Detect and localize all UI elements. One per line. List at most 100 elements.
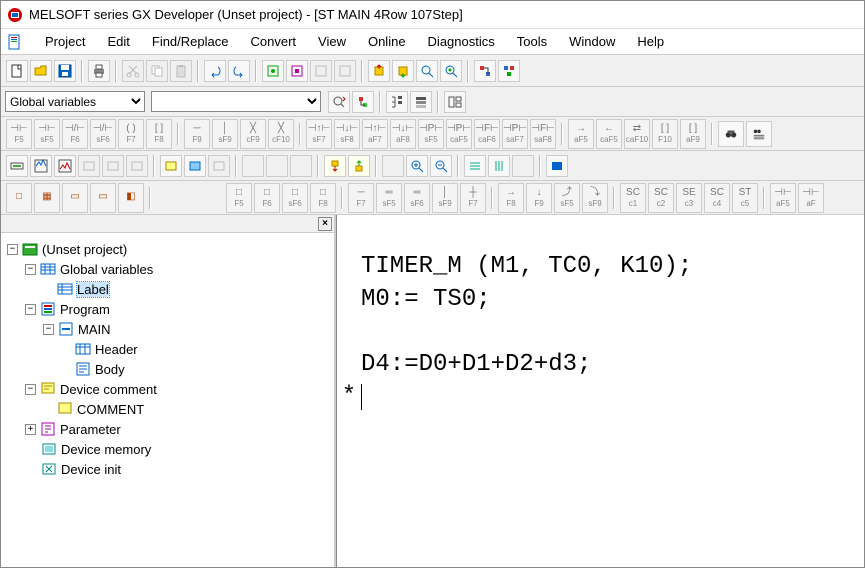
tree-global-variables[interactable]: Global variables: [60, 262, 153, 277]
ladder-saf8[interactable]: ⊣F⊢saF8: [530, 119, 556, 149]
code-line[interactable]: D4:=D0+D1+D2+d3;: [361, 351, 591, 378]
tree-toggle[interactable]: −: [25, 304, 36, 315]
code-text[interactable]: TIMER_M (M1, TC0, K10); M0:= TS0; D4:=D0…: [337, 215, 864, 450]
sfc-btn-2[interactable]: ▦: [34, 183, 60, 213]
ladder-caf10[interactable]: ⇄caF10: [624, 119, 650, 149]
menu-help[interactable]: Help: [627, 32, 674, 51]
tree-toggle[interactable]: −: [43, 324, 54, 335]
tree-comment-node[interactable]: COMMENT: [77, 402, 144, 417]
sfc-sf5b[interactable]: ⤴sF5: [554, 183, 580, 213]
ladder-sf8[interactable]: ⊣↓⊢sF8: [334, 119, 360, 149]
menu-convert[interactable]: Convert: [240, 32, 306, 51]
code-cursor-line[interactable]: *: [361, 383, 362, 410]
variable-scope-select[interactable]: Global variables: [5, 91, 145, 112]
sfc-btn-1[interactable]: □: [6, 183, 32, 213]
module-button-4[interactable]: [334, 60, 356, 82]
tree-toggle[interactable]: −: [25, 384, 36, 395]
sfc-f5[interactable]: □F5: [226, 183, 252, 213]
ladder-sf6[interactable]: ⊣/⊢sF6: [90, 119, 116, 149]
binoculars-list-button[interactable]: [746, 121, 772, 147]
monitor-tool-5[interactable]: [102, 155, 124, 177]
new-button[interactable]: [6, 60, 28, 82]
sfc-sf9[interactable]: │sF9: [432, 183, 458, 213]
code-line[interactable]: M0:= TS0;: [361, 286, 491, 313]
step-tool-3[interactable]: [290, 155, 312, 177]
save-button[interactable]: [54, 60, 76, 82]
monitor-tool-3[interactable]: [54, 155, 76, 177]
tree-close-button[interactable]: ×: [318, 217, 332, 231]
print-button[interactable]: [88, 60, 110, 82]
monitor-tool-1[interactable]: [6, 155, 28, 177]
monitor-button-1[interactable]: [416, 60, 438, 82]
monitor-tool-2[interactable]: [30, 155, 52, 177]
zoom-out-button[interactable]: [430, 155, 452, 177]
ladder-sf7[interactable]: ⊣↑⊢sF7: [306, 119, 332, 149]
paste-button[interactable]: [170, 60, 192, 82]
ladder-af5[interactable]: →aF5: [568, 119, 594, 149]
tree-root[interactable]: (Unset project): [42, 242, 127, 257]
tree-program[interactable]: Program: [60, 302, 110, 317]
tree-device-memory[interactable]: Device memory: [61, 442, 151, 457]
sfc-af5[interactable]: ⊣⊢aF5: [770, 183, 796, 213]
code-line[interactable]: TIMER_M (M1, TC0, K10);: [361, 253, 692, 280]
align-tool-1[interactable]: [464, 155, 486, 177]
menu-find-replace[interactable]: Find/Replace: [142, 32, 239, 51]
ladder-srf5[interactable]: ⊣P⊢sF5: [418, 119, 444, 149]
menu-tools[interactable]: Tools: [507, 32, 557, 51]
sfc-c2[interactable]: SCc2: [648, 183, 674, 213]
ladder-f5[interactable]: ⊣⊢F5: [6, 119, 32, 149]
sfc-sf6b[interactable]: ═sF6: [404, 183, 430, 213]
sfc-af[interactable]: ⊣⊢aF: [798, 183, 824, 213]
read-plc-button[interactable]: [392, 60, 414, 82]
variable-name-select[interactable]: [151, 91, 321, 112]
zoom-step-button-2[interactable]: [348, 155, 370, 177]
tree-body-node[interactable]: Body: [95, 362, 125, 377]
sfc-c5[interactable]: STc5: [732, 183, 758, 213]
undo-button[interactable]: [204, 60, 226, 82]
tree-view-button-2[interactable]: [410, 91, 432, 113]
tree-header-node[interactable]: Header: [95, 342, 138, 357]
network-button-1[interactable]: [474, 60, 496, 82]
sfc-f8[interactable]: □F8: [310, 183, 336, 213]
align-tool-2[interactable]: [488, 155, 510, 177]
ladder-caf5[interactable]: ⊣P⊢caF5: [446, 119, 472, 149]
ladder-sf9[interactable]: │sF9: [212, 119, 238, 149]
ladder-sf5[interactable]: ⊣⊢sF5: [34, 119, 60, 149]
sfc-f7[interactable]: ─F7: [348, 183, 374, 213]
sfc-f8b[interactable]: →F8: [498, 183, 524, 213]
ladder-caf5b[interactable]: ←caF5: [596, 119, 622, 149]
write-plc-button[interactable]: [368, 60, 390, 82]
comment-tool-1[interactable]: [160, 155, 182, 177]
menu-project[interactable]: Project: [35, 32, 95, 51]
ladder-saf7[interactable]: ⊣P⊢saF7: [502, 119, 528, 149]
ladder-caf6[interactable]: ⊣F⊢caF6: [474, 119, 500, 149]
sfc-sf9b[interactable]: ⤵sF9: [582, 183, 608, 213]
project-tree[interactable]: − (Unset project) − Global variables Lab…: [1, 233, 334, 567]
var-button-1[interactable]: [328, 91, 350, 113]
sfc-f7b[interactable]: ┼F7: [460, 183, 486, 213]
ladder-f7[interactable]: ( )F7: [118, 119, 144, 149]
copy-button[interactable]: [146, 60, 168, 82]
ladder-af8[interactable]: ⊣↓⊢aF8: [390, 119, 416, 149]
comment-tool-2[interactable]: [184, 155, 206, 177]
ladder-cf9[interactable]: ╳cF9: [240, 119, 266, 149]
sfc-btn-4[interactable]: ▭: [90, 183, 116, 213]
cut-button[interactable]: [122, 60, 144, 82]
sfc-btn-3[interactable]: ▭: [62, 183, 88, 213]
ladder-f8[interactable]: [ ]F8: [146, 119, 172, 149]
menu-view[interactable]: View: [308, 32, 356, 51]
module-button-1[interactable]: [262, 60, 284, 82]
sfc-c3[interactable]: SEc3: [676, 183, 702, 213]
step-tool-1[interactable]: [242, 155, 264, 177]
comment-tool-3[interactable]: [208, 155, 230, 177]
tree-device-comment[interactable]: Device comment: [60, 382, 157, 397]
network-button-2[interactable]: [498, 60, 520, 82]
sfc-sf5[interactable]: ═sF5: [376, 183, 402, 213]
zoom-step-button-1[interactable]: [324, 155, 346, 177]
redo-button[interactable]: [228, 60, 250, 82]
sfc-c1[interactable]: SCc1: [620, 183, 646, 213]
menu-diagnostics[interactable]: Diagnostics: [418, 32, 505, 51]
tree-label-node[interactable]: Label: [77, 282, 109, 297]
ladder-cf10[interactable]: ╳cF10: [268, 119, 294, 149]
ladder-f6[interactable]: ⊣/⊢F6: [62, 119, 88, 149]
